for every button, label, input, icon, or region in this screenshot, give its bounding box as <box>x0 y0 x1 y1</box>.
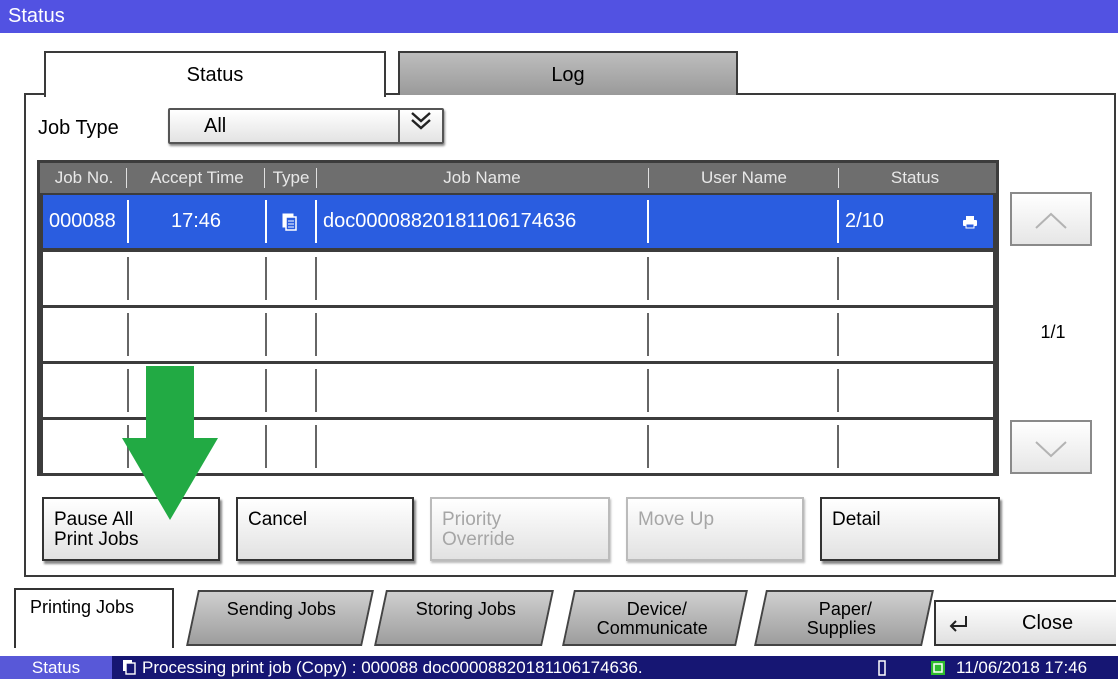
pause-all-line2: Print Jobs <box>54 529 139 550</box>
header-divider <box>126 168 127 188</box>
window-title: Status <box>0 0 1118 33</box>
network-icon <box>931 661 945 675</box>
close-button[interactable]: Close <box>934 600 1116 646</box>
storing-jobs-label: Storing Jobs <box>415 599 516 619</box>
job-type-label: Job Type <box>38 117 119 139</box>
scroll-down-button[interactable] <box>1010 420 1092 474</box>
row-divider <box>315 200 317 243</box>
move-up-button[interactable]: Move Up <box>626 497 804 561</box>
green-arrow-down-icon <box>122 366 218 520</box>
cancel-button[interactable]: Cancel <box>236 497 414 561</box>
tab-storing-jobs[interactable]: Storing Jobs <box>374 590 554 646</box>
col-type: Type <box>272 168 310 187</box>
tab-paper-supplies[interactable]: Paper/ Supplies <box>754 590 934 646</box>
table-row[interactable] <box>43 308 993 361</box>
job-type-select[interactable]: All <box>168 108 444 144</box>
header-divider <box>838 168 839 188</box>
row-divider <box>837 200 839 243</box>
status-bar: Status Processing print job (Copy) : 000… <box>0 656 1118 679</box>
status-bar-label[interactable]: Status <box>0 656 112 679</box>
priority-override-line2: Override <box>442 529 515 550</box>
col-job-name: Job Name <box>443 168 521 187</box>
priority-override-button[interactable]: Priority Override <box>430 497 610 561</box>
status-message: Processing print job (Copy) : 000088 doc… <box>142 658 643 677</box>
memory-card-icon <box>878 660 886 676</box>
close-label: Close <box>1022 612 1074 634</box>
paper-line1: Paper/ <box>819 599 873 619</box>
table-row[interactable] <box>43 252 993 305</box>
table-header: Job No. Accept Time Type Job Name User N… <box>40 163 996 193</box>
job-name-cell: doc00008820181106174636 <box>323 210 577 232</box>
printer-icon <box>955 195 985 248</box>
detail-button[interactable]: Detail <box>820 497 1000 561</box>
col-user-name: User Name <box>701 168 787 187</box>
copy-job-icon <box>265 195 315 248</box>
return-icon <box>949 616 967 632</box>
status-datetime: 11/06/2018 17:46 <box>956 658 1088 677</box>
accept-time-cell: 17:46 <box>170 210 222 232</box>
job-no-cell: 000088 <box>49 210 116 232</box>
col-job-no: Job No. <box>54 168 114 187</box>
status-cell: 2/10 <box>845 210 884 232</box>
tab-printing-jobs[interactable]: Printing Jobs <box>14 588 174 648</box>
col-accept-time: Accept Time <box>150 168 244 187</box>
user-name-cell <box>647 195 837 248</box>
device-line1: Device/ <box>626 599 687 619</box>
col-status: Status <box>890 168 940 187</box>
header-divider <box>264 168 265 188</box>
header-divider <box>648 168 649 188</box>
chevron-down-icon <box>1035 441 1067 458</box>
page-indicator: 1/1 <box>1040 322 1066 342</box>
job-type-value: All <box>204 115 227 137</box>
device-line2: Communicate <box>597 618 709 638</box>
table-row-selected[interactable]: 000088 17:46 doc00008820181106174636 2/1… <box>43 195 993 248</box>
chevron-up-icon <box>1035 212 1067 229</box>
tab-sending-jobs[interactable]: Sending Jobs <box>186 590 374 646</box>
chevron-down-icon[interactable] <box>398 110 442 142</box>
scroll-up-button[interactable] <box>1010 192 1092 246</box>
tab-status[interactable]: Status <box>44 51 386 97</box>
tab-log[interactable]: Log <box>398 51 738 95</box>
tab-device-communicate[interactable]: Device/ Communicate <box>562 590 748 646</box>
paper-line2: Supplies <box>807 618 877 638</box>
sending-jobs-label: Sending Jobs <box>227 599 337 619</box>
priority-override-line1: Priority <box>442 509 502 530</box>
header-divider <box>316 168 317 188</box>
copy-job-icon <box>123 660 136 675</box>
